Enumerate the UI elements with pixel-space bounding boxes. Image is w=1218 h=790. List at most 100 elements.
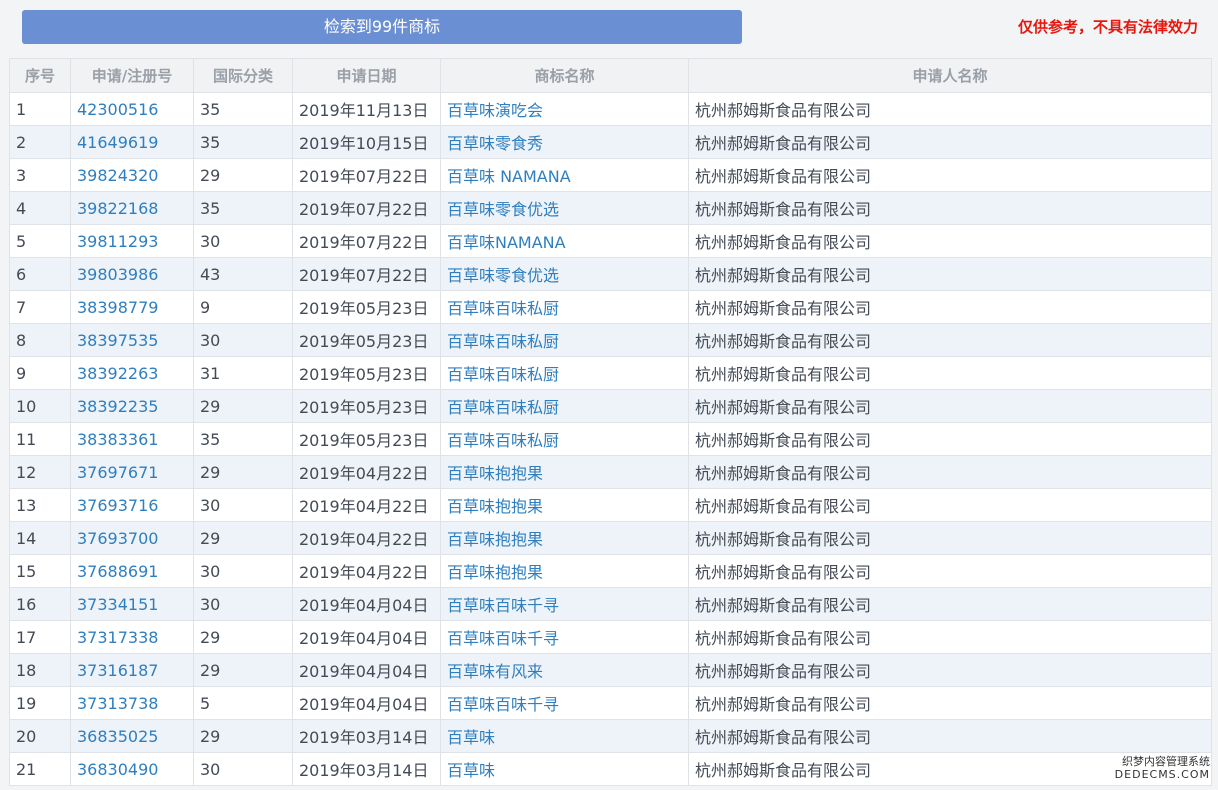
table-body: 1 42300516 35 2019年11月13日 百草味演吃会 杭州郝姆斯食品有限公司 2… bbox=[9, 92, 1212, 786]
table-row: 11 38383361 35 2019年05月23日 百草味百味私厨 杭州郝姆斯食品有限公… bbox=[9, 422, 1212, 456]
reg-number-link[interactable]: 38392263 bbox=[70, 356, 194, 390]
application-date: 2019年04月22日 bbox=[292, 521, 441, 555]
class-number: 9 bbox=[193, 290, 293, 324]
trademark-name-link[interactable]: 百草味百味千寻 bbox=[440, 620, 689, 654]
trademark-name-link[interactable]: 百草味 NAMANA bbox=[440, 158, 689, 192]
reg-number-link[interactable]: 37334151 bbox=[70, 587, 194, 621]
applicant-name: 杭州郝姆斯食品有限公司 bbox=[688, 158, 1212, 192]
applicant-name: 杭州郝姆斯食品有限公司 bbox=[688, 521, 1212, 555]
applicant-name: 杭州郝姆斯食品有限公司 bbox=[688, 686, 1212, 720]
application-date: 2019年07月22日 bbox=[292, 191, 441, 225]
application-date: 2019年04月04日 bbox=[292, 686, 441, 720]
trademark-name-link[interactable]: 百草味抱抱果 bbox=[440, 488, 689, 522]
class-number: 30 bbox=[193, 554, 293, 588]
applicant-name: 杭州郝姆斯食品有限公司 bbox=[688, 587, 1212, 621]
disclaimer-text: 仅供参考，不具有法律效力 bbox=[1017, 18, 1198, 36]
application-date: 2019年04月22日 bbox=[292, 554, 441, 588]
trademark-name-link[interactable]: 百草味演吃会 bbox=[440, 92, 689, 126]
row-index: 7 bbox=[9, 290, 71, 324]
top-bar: 检索到99件商标 仅供参考，不具有法律效力 bbox=[0, 0, 1218, 58]
reg-number-link[interactable]: 38383361 bbox=[70, 422, 194, 456]
row-index: 20 bbox=[9, 719, 71, 753]
trademark-name-link[interactable]: 百草味NAMANA bbox=[440, 224, 689, 258]
reg-number-link[interactable]: 37313738 bbox=[70, 686, 194, 720]
applicant-name: 杭州郝姆斯食品有限公司 bbox=[688, 653, 1212, 687]
trademark-name-link[interactable]: 百草味抱抱果 bbox=[440, 554, 689, 588]
trademark-name-link[interactable]: 百草味零食秀 bbox=[440, 125, 689, 159]
trademark-name-link[interactable]: 百草味百味私厨 bbox=[440, 356, 689, 390]
table-row: 8 38397535 30 2019年05月23日 百草味百味私厨 杭州郝姆斯食品有限公司 bbox=[9, 323, 1212, 357]
trademark-name-link[interactable]: 百草味百味千寻 bbox=[440, 587, 689, 621]
applicant-name: 杭州郝姆斯食品有限公司 bbox=[688, 125, 1212, 159]
trademark-name-link[interactable]: 百草味 bbox=[440, 719, 689, 753]
trademark-name-link[interactable]: 百草味百味私厨 bbox=[440, 323, 689, 357]
class-number: 30 bbox=[193, 323, 293, 357]
reg-number-link[interactable]: 38397535 bbox=[70, 323, 194, 357]
row-index: 16 bbox=[9, 587, 71, 621]
reg-number-link[interactable]: 37693700 bbox=[70, 521, 194, 555]
reg-number-link[interactable]: 37688691 bbox=[70, 554, 194, 588]
table-row: 13 37693716 30 2019年04月22日 百草味抱抱果 杭州郝姆斯食品有限公司 bbox=[9, 488, 1212, 522]
reg-number-link[interactable]: 39824320 bbox=[70, 158, 194, 192]
reg-number-link[interactable]: 37697671 bbox=[70, 455, 194, 489]
application-date: 2019年05月23日 bbox=[292, 290, 441, 324]
table-row: 15 37688691 30 2019年04月22日 百草味抱抱果 杭州郝姆斯食品有限公司 bbox=[9, 554, 1212, 588]
reg-number-link[interactable]: 42300516 bbox=[70, 92, 194, 126]
table-row: 12 37697671 29 2019年04月22日 百草味抱抱果 杭州郝姆斯食品有限公司 bbox=[9, 455, 1212, 489]
trademark-name-link[interactable]: 百草味零食优选 bbox=[440, 191, 689, 225]
application-date: 2019年07月22日 bbox=[292, 224, 441, 258]
class-number: 29 bbox=[193, 158, 293, 192]
reg-number-link[interactable]: 39803986 bbox=[70, 257, 194, 291]
trademark-table: 序号 申请/注册号 国际分类 申请日期 商标名称 申请人名称 1 42300516… bbox=[9, 58, 1212, 786]
class-number: 29 bbox=[193, 521, 293, 555]
reg-number-link[interactable]: 37317338 bbox=[70, 620, 194, 654]
table-row: 16 37334151 30 2019年04月04日 百草味百味千寻 杭州郝姆斯食品有限公… bbox=[9, 587, 1212, 621]
row-index: 10 bbox=[9, 389, 71, 423]
reg-number-link[interactable]: 37693716 bbox=[70, 488, 194, 522]
row-index: 6 bbox=[9, 257, 71, 291]
trademark-name-link[interactable]: 百草味百味千寻 bbox=[440, 686, 689, 720]
application-date: 2019年04月04日 bbox=[292, 620, 441, 654]
result-count-button[interactable]: 检索到99件商标 bbox=[22, 10, 742, 44]
reg-number-link[interactable]: 36835025 bbox=[70, 719, 194, 753]
applicant-name: 杭州郝姆斯食品有限公司 bbox=[688, 224, 1212, 258]
reg-number-link[interactable]: 39822168 bbox=[70, 191, 194, 225]
table-row: 7 38398779 9 2019年05月23日 百草味百味私厨 杭州郝姆斯食品有限公司 bbox=[9, 290, 1212, 324]
reg-number-link[interactable]: 38392235 bbox=[70, 389, 194, 423]
table-row: 9 38392263 31 2019年05月23日 百草味百味私厨 杭州郝姆斯食品有限公司 bbox=[9, 356, 1212, 390]
application-date: 2019年04月04日 bbox=[292, 587, 441, 621]
class-number: 29 bbox=[193, 389, 293, 423]
table-row: 3 39824320 29 2019年07月22日 百草味 NAMANA 杭州郝姆斯食品有… bbox=[9, 158, 1212, 192]
reg-number-link[interactable]: 38398779 bbox=[70, 290, 194, 324]
trademark-name-link[interactable]: 百草味百味私厨 bbox=[440, 389, 689, 423]
application-date: 2019年05月23日 bbox=[292, 323, 441, 357]
class-number: 29 bbox=[193, 719, 293, 753]
applicant-name: 杭州郝姆斯食品有限公司 bbox=[688, 620, 1212, 654]
applicant-name: 杭州郝姆斯食品有限公司 bbox=[688, 455, 1212, 489]
reg-number-link[interactable]: 41649619 bbox=[70, 125, 194, 159]
reg-number-link[interactable]: 36830490 bbox=[70, 752, 194, 786]
trademark-name-link[interactable]: 百草味 bbox=[440, 752, 689, 786]
trademark-name-link[interactable]: 百草味零食优选 bbox=[440, 257, 689, 291]
class-number: 31 bbox=[193, 356, 293, 390]
trademark-name-link[interactable]: 百草味百味私厨 bbox=[440, 422, 689, 456]
application-date: 2019年10月15日 bbox=[292, 125, 441, 159]
row-index: 21 bbox=[9, 752, 71, 786]
reg-number-link[interactable]: 39811293 bbox=[70, 224, 194, 258]
trademark-name-link[interactable]: 百草味抱抱果 bbox=[440, 455, 689, 489]
row-index: 2 bbox=[9, 125, 71, 159]
trademark-name-link[interactable]: 百草味抱抱果 bbox=[440, 521, 689, 555]
applicant-name: 杭州郝姆斯食品有限公司 bbox=[688, 488, 1212, 522]
table-row: 10 38392235 29 2019年05月23日 百草味百味私厨 杭州郝姆斯食品有限公… bbox=[9, 389, 1212, 423]
table-row: 6 39803986 43 2019年07月22日 百草味零食优选 杭州郝姆斯食品有限公司 bbox=[9, 257, 1212, 291]
application-date: 2019年03月14日 bbox=[292, 752, 441, 786]
application-date: 2019年04月22日 bbox=[292, 488, 441, 522]
column-header-applicant: 申请人名称 bbox=[688, 58, 1212, 93]
class-number: 35 bbox=[193, 92, 293, 126]
column-header-date: 申请日期 bbox=[292, 58, 441, 93]
table-row: 14 37693700 29 2019年04月22日 百草味抱抱果 杭州郝姆斯食品有限公司 bbox=[9, 521, 1212, 555]
table-row: 18 37316187 29 2019年04月04日 百草味有风来 杭州郝姆斯食品有限公司 bbox=[9, 653, 1212, 687]
reg-number-link[interactable]: 37316187 bbox=[70, 653, 194, 687]
trademark-name-link[interactable]: 百草味百味私厨 bbox=[440, 290, 689, 324]
trademark-name-link[interactable]: 百草味有风来 bbox=[440, 653, 689, 687]
